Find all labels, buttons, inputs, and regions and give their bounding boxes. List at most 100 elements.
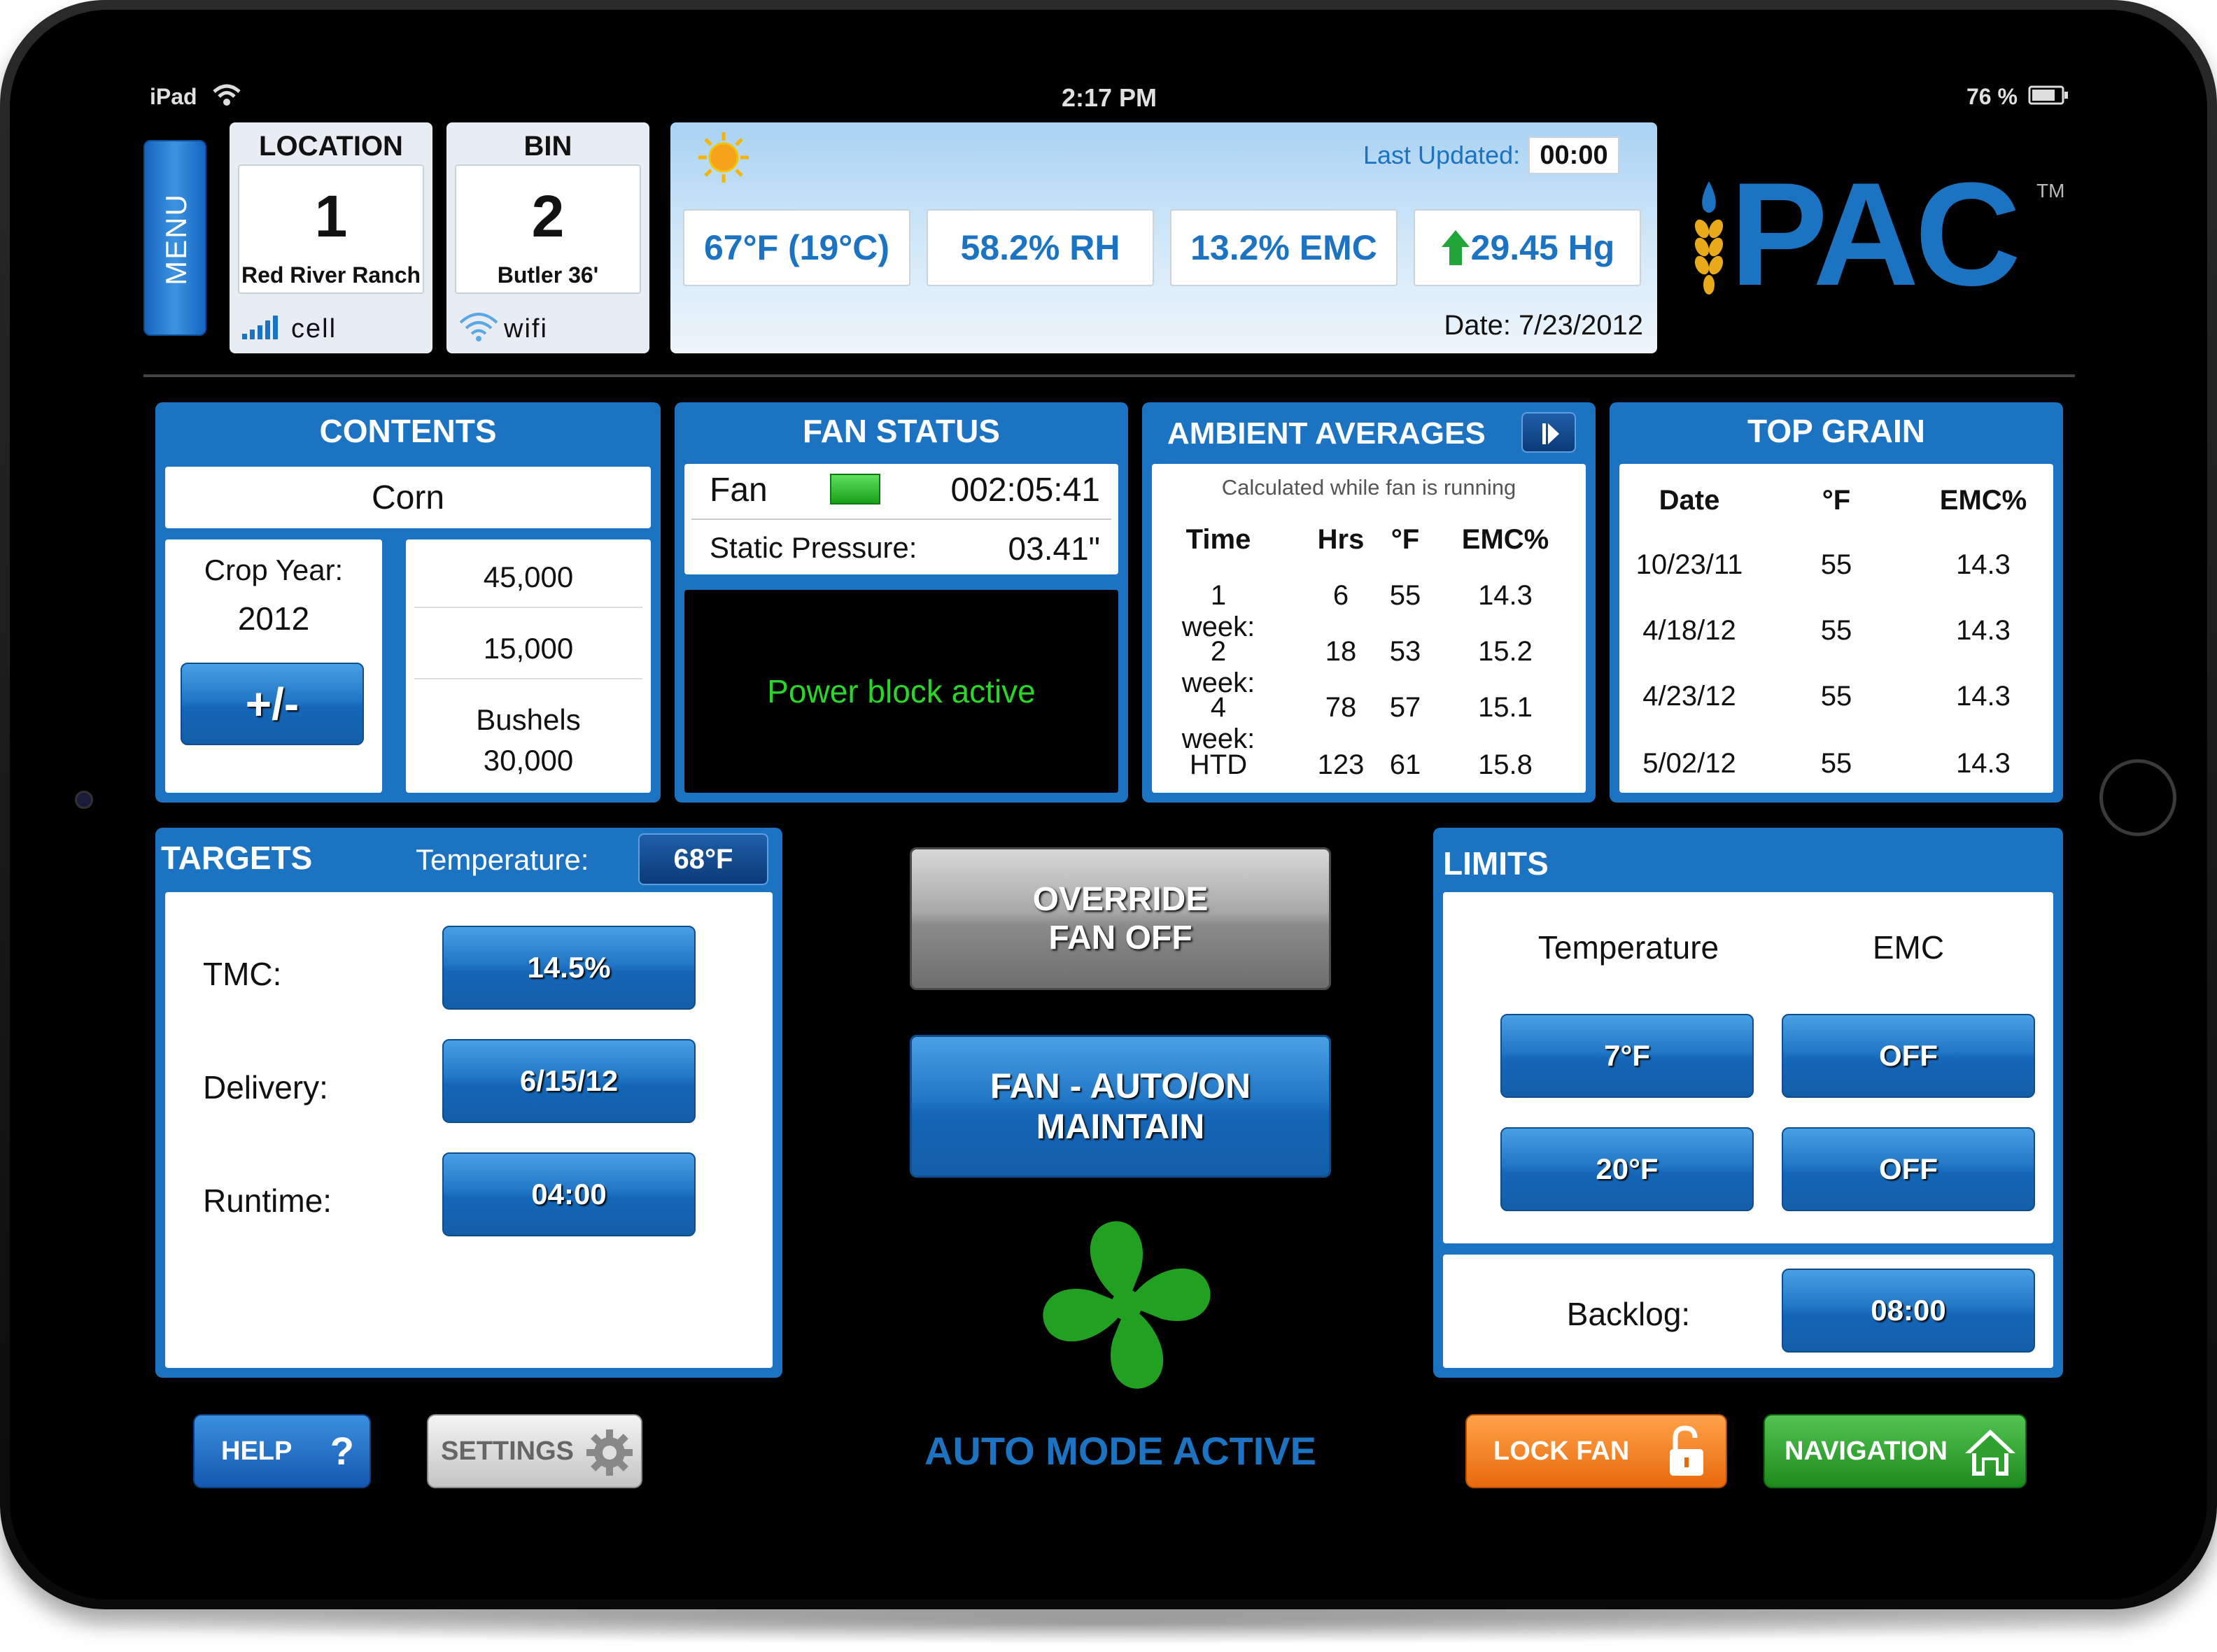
device-name: iPad	[150, 84, 197, 109]
question-icon: ?	[330, 1429, 354, 1473]
ambient-emc: 15.8	[1478, 749, 1533, 780]
unlocked-padlock-icon	[1670, 1425, 1703, 1476]
delivery-button[interactable]: 6/15/12	[442, 1039, 696, 1123]
bin-tile[interactable]: BIN 2 Butler 36' wifi	[446, 122, 649, 353]
weather-pressure-box: 29.45 Hg	[1414, 209, 1641, 286]
ambient-header-temp: °F	[1391, 524, 1420, 555]
location-number: 1	[314, 183, 348, 249]
target-temperature-label: Temperature:	[416, 843, 589, 876]
weather-pressure: 29.45 Hg	[1470, 228, 1615, 267]
gear-icon	[586, 1429, 633, 1476]
bushels-value: 30,000	[483, 744, 574, 777]
ambient-period: 2 week:	[1181, 636, 1255, 698]
ambient-period: HTD	[1189, 749, 1248, 780]
fan-label: Fan	[710, 472, 768, 509]
settings-label: SETTINGS	[441, 1436, 575, 1466]
top-grain-header-temp: °F	[1822, 485, 1851, 516]
ambient-temp: 61	[1389, 749, 1421, 780]
ambient-period: 4 week:	[1181, 692, 1255, 754]
ambient-hours: 6	[1332, 580, 1349, 611]
ambient-emc: 15.1	[1478, 692, 1533, 723]
top-grain-table: Date °F EMC% 10/23/11 55 14.3 4/18/12 55…	[1619, 464, 2053, 793]
contents-panel: CONTENTS Corn Crop Year: 2012 +/- 45,000…	[155, 402, 661, 803]
fan-icon	[1029, 1207, 1225, 1403]
location-card: 1 Red River Ranch	[238, 164, 424, 294]
lock-fan-button[interactable]: LOCK FAN	[1465, 1414, 1727, 1488]
emc-limit-low-button[interactable]: OFF	[1782, 1014, 2035, 1098]
backlog-button[interactable]: 08:00	[1782, 1269, 2035, 1353]
top-grain-emc: 14.3	[1956, 748, 2011, 779]
top-grain-temp: 55	[1820, 615, 1852, 646]
ambient-averages-panel: AMBIENT AVERAGES Calculated while fan is…	[1142, 402, 1596, 803]
top-grain-panel: TOP GRAIN Date °F EMC% 10/23/11 55 14.3 …	[1610, 402, 2063, 803]
fan-status-title: FAN STATUS	[803, 413, 1000, 449]
limits-emc-header: EMC	[1872, 929, 1945, 966]
header-divider	[143, 374, 2075, 377]
menu-button[interactable]: MENU	[143, 140, 206, 336]
top-grain-emc: 14.3	[1956, 615, 2011, 646]
navigation-label: NAVIGATION	[1785, 1436, 1948, 1466]
ambient-temp: 55	[1389, 580, 1421, 611]
sun-icon	[696, 129, 752, 185]
backlog-label: Backlog:	[1566, 1296, 1691, 1332]
bin-name: Butler 36'	[497, 262, 599, 288]
help-label: HELP	[221, 1436, 293, 1466]
ambient-period: 1 week:	[1181, 580, 1255, 642]
table-row: 2 week: 18 53 15.2	[1152, 636, 1586, 698]
temp-limit-high-button[interactable]: 20°F	[1500, 1127, 1754, 1211]
crop-year: 2012	[237, 600, 310, 637]
override-line1: OVERRIDE	[1032, 881, 1209, 918]
location-tile[interactable]: LOCATION 1 Red River Ranch cell	[230, 122, 432, 353]
battery-icon	[2028, 85, 2069, 106]
ambient-hours: 123	[1317, 749, 1365, 780]
screen: iPad 2:17 PM 76 % MENU LOCATION 1 Red Ri…	[133, 73, 2085, 1550]
ambient-subtitle: Calculated while fan is running	[1221, 475, 1516, 500]
top-grain-header-date: Date	[1659, 485, 1720, 516]
auto-mode-status: AUTO MODE ACTIVE	[924, 1429, 1317, 1473]
emc-limit-high-button[interactable]: OFF	[1782, 1127, 2035, 1211]
ambient-emc: 14.3	[1478, 580, 1533, 611]
lock-fan-label: LOCK FAN	[1493, 1436, 1630, 1466]
last-updated-value: 00:00	[1528, 136, 1619, 174]
static-pressure-label: Static Pressure:	[710, 531, 917, 564]
help-button[interactable]: HELP ?	[193, 1414, 371, 1488]
delivery-label: Delivery:	[203, 1069, 328, 1106]
top-grain-header-emc: EMC%	[1939, 485, 2027, 516]
top-grain-date: 4/18/12	[1642, 615, 1736, 646]
runtime-button[interactable]: 04:00	[442, 1152, 696, 1236]
targets-card: TMC: 14.5% Delivery: 6/15/12 Runtime: 04…	[165, 892, 773, 1368]
navigation-button[interactable]: NAVIGATION	[1764, 1414, 2027, 1488]
temp-limit-low-button[interactable]: 7°F	[1500, 1014, 1754, 1098]
weather-temperature: 67°F (19°C)	[683, 209, 910, 286]
bin-signal: wifi	[504, 314, 548, 344]
ambient-next-button[interactable]	[1521, 412, 1576, 453]
bushels-label: Bushels	[476, 703, 581, 736]
auto-line2: MAINTAIN	[1036, 1107, 1205, 1146]
settings-button[interactable]: SETTINGS	[427, 1414, 642, 1488]
tmc-button[interactable]: 14.5%	[442, 926, 696, 1010]
table-row: 4/18/12 55 14.3	[1619, 615, 2053, 657]
top-grain-emc: 14.3	[1956, 549, 2011, 580]
auto-line1: FAN - AUTO/ON	[990, 1066, 1251, 1106]
table-row: HTD 123 61 15.8	[1152, 749, 1586, 791]
ambient-emc: 15.2	[1478, 636, 1533, 667]
camera-icon	[75, 791, 93, 809]
target-temperature-button[interactable]: 68°F	[638, 833, 768, 885]
crop-year-label: Crop Year:	[204, 553, 344, 586]
crop-name: Corn	[165, 467, 651, 528]
top-grain-temp: 55	[1820, 681, 1852, 712]
backlog-card: Backlog: 08:00	[1443, 1255, 2053, 1368]
fan-auto-on-button[interactable]: FAN - AUTO/ON MAINTAIN	[910, 1035, 1331, 1178]
last-updated-label: Last Updated:	[1363, 141, 1521, 169]
ambient-header-emc: EMC%	[1461, 524, 1549, 555]
weather-panel: Last Updated: 00:00 67°F (19°C) 58.2% RH…	[670, 122, 1657, 353]
override-fan-off-button[interactable]: OVERRIDE FAN OFF	[910, 847, 1331, 990]
targets-panel: TARGETS Temperature: 68°F TMC: 14.5% Del…	[155, 828, 782, 1378]
weather-date: Date: 7/23/2012	[1444, 310, 1643, 341]
top-grain-date: 10/23/11	[1635, 549, 1743, 580]
location-title: LOCATION	[259, 131, 403, 162]
table-row: 1 week: 6 55 14.3	[1152, 580, 1586, 642]
targets-title: TARGETS	[161, 840, 313, 876]
adjust-bushels-button[interactable]: +/-	[181, 663, 364, 745]
home-button[interactable]	[2099, 759, 2176, 836]
